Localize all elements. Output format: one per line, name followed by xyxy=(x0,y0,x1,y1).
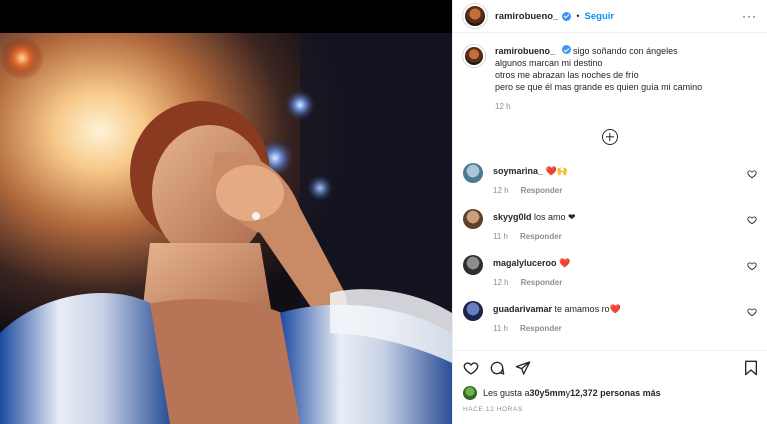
share-icon[interactable] xyxy=(515,360,531,376)
more-options-icon[interactable]: ··· xyxy=(742,9,757,23)
reply-button[interactable]: Responder xyxy=(521,186,563,195)
liker-username[interactable]: 30y5mm xyxy=(530,388,566,398)
comment-item: soymarina_ ❤️🙌 12 h Responder xyxy=(453,163,767,209)
caption-username[interactable]: ramirobueno_ xyxy=(495,46,555,56)
comment-time: 11 h xyxy=(493,324,508,333)
caption-line-2: algunos marcan mi destino xyxy=(495,58,603,68)
comments-list: soymarina_ ❤️🙌 12 h Responder skyyg0ld lo… xyxy=(453,163,767,347)
caption-avatar[interactable] xyxy=(463,45,485,67)
heart-icon[interactable] xyxy=(463,360,479,376)
comment-avatar[interactable] xyxy=(463,209,483,229)
verified-badge-icon xyxy=(561,45,571,54)
photo-top-black-bar xyxy=(0,0,452,33)
comment-like-heart-icon[interactable] xyxy=(747,307,757,317)
comment-like-heart-icon[interactable] xyxy=(747,261,757,271)
comment-avatar[interactable] xyxy=(463,255,483,275)
instagram-post-view: ramirobueno_ • Seguir ··· ramirobueno_ s… xyxy=(0,0,767,424)
caption-time: 12 h xyxy=(495,102,511,111)
comment-username[interactable]: soymarina_ xyxy=(493,166,543,176)
comment-username[interactable]: skyyg0ld xyxy=(493,212,532,222)
post-photo xyxy=(0,0,452,424)
comment-avatar[interactable] xyxy=(463,301,483,321)
singer-on-stage-image xyxy=(0,33,452,424)
likes-summary: Les gusta a 30y5mm y 12,372 personas más xyxy=(463,386,758,400)
comment-icon[interactable] xyxy=(489,360,505,376)
post-timestamp: HACE 12 HORAS xyxy=(463,406,523,413)
reply-button[interactable]: Responder xyxy=(521,278,563,287)
concert-photo xyxy=(0,33,452,424)
comment-like-heart-icon[interactable] xyxy=(747,169,757,179)
caption-line-4: pero se que él mas grande es quien guía … xyxy=(495,82,703,92)
load-more-comments xyxy=(453,129,767,145)
action-icons xyxy=(463,357,758,379)
post-actions: Les gusta a 30y5mm y 12,372 personas más… xyxy=(453,350,767,413)
separator-dot: • xyxy=(576,11,580,21)
comment-time: 12 h xyxy=(493,278,509,287)
author-avatar[interactable] xyxy=(463,4,487,28)
plus-circle-icon[interactable] xyxy=(602,129,618,145)
post-side-panel: ramirobueno_ • Seguir ··· ramirobueno_ s… xyxy=(452,0,767,424)
comment-item: magalyluceroo ❤️ 12 h Responder xyxy=(453,255,767,301)
comment-time: 11 h xyxy=(493,232,508,241)
caption-line-1: sigo soñando con ángeles xyxy=(573,46,678,56)
caption-text: ramirobueno_ sigo soñando con ángeles al… xyxy=(495,45,702,113)
comment-text: ❤️ xyxy=(559,258,571,268)
comment-avatar[interactable] xyxy=(463,163,483,183)
post-caption: ramirobueno_ sigo soñando con ángeles al… xyxy=(453,33,767,113)
liker-avatar[interactable] xyxy=(463,386,477,400)
comment-username[interactable]: guadarivamar xyxy=(493,304,552,314)
caption-line-3: otros me abrazan las noches de frío xyxy=(495,70,639,80)
post-header: ramirobueno_ • Seguir ··· xyxy=(453,0,767,33)
comment-text: ❤️🙌 xyxy=(545,166,568,176)
verified-badge-icon xyxy=(562,11,572,21)
likes-count[interactable]: 12,372 personas más xyxy=(570,388,661,398)
reply-button[interactable]: Responder xyxy=(520,324,562,333)
comment-username[interactable]: magalyluceroo xyxy=(493,258,557,268)
comment-item: guadarivamar te amamos ro❤️ 11 h Responde… xyxy=(453,301,767,347)
comment-time: 12 h xyxy=(493,186,509,195)
follow-button[interactable]: Seguir xyxy=(585,11,615,22)
bookmark-icon[interactable] xyxy=(744,360,758,376)
comment-text: te amamos ro❤️ xyxy=(554,304,621,314)
comment-text: los amo ❤ xyxy=(534,212,576,222)
author-username[interactable]: ramirobueno_ xyxy=(495,11,558,22)
comment-like-heart-icon[interactable] xyxy=(747,215,757,225)
comment-item: skyyg0ld los amo ❤ 11 h Responder xyxy=(453,209,767,255)
reply-button[interactable]: Responder xyxy=(520,232,562,241)
likes-prefix: Les gusta a xyxy=(483,388,530,398)
